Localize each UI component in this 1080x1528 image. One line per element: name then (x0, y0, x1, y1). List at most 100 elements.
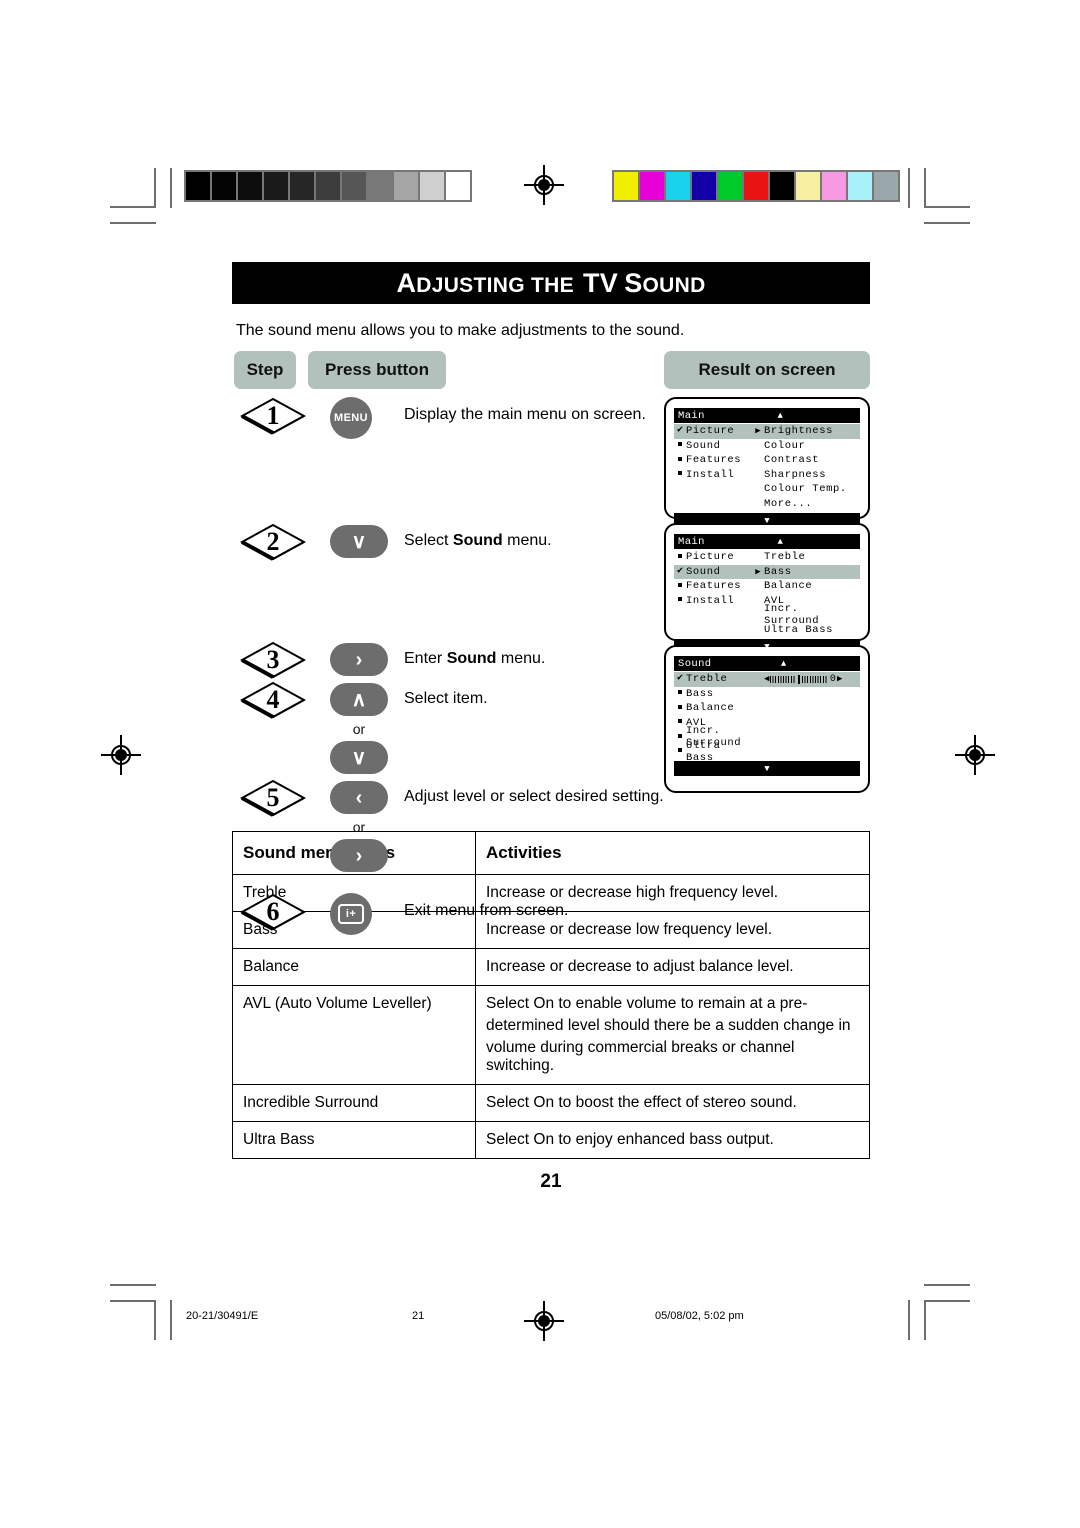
chevron-up-icon[interactable]: ∧ (330, 683, 388, 716)
osd-menu-item[interactable]: Install Sharpness (674, 468, 860, 483)
osd-menu-item[interactable]: Balance (674, 701, 860, 716)
table-cell-activity: Select On to enjoy enhanced bass output. (475, 1121, 870, 1159)
table-cell-activity: Select On to boost the effect of stereo … (475, 1084, 870, 1122)
step-description: Display the main menu on screen. (404, 406, 646, 423)
calibration-swatch (316, 172, 340, 200)
slider-right-arrow-icon[interactable]: ▶ (837, 674, 842, 684)
calibration-swatch (874, 172, 898, 200)
footer-doc-code: 20-21/30491/E (186, 1310, 259, 1322)
osd-menu-item[interactable]: Bass (674, 687, 860, 702)
column-header-press-button: Press button (308, 351, 446, 389)
osd-menu-item[interactable]: Sound Colour (674, 439, 860, 454)
table-cell-activity: Increase or decrease to adjust balance l… (475, 948, 870, 986)
table-cell-activity-line: Increase or decrease low frequency level… (486, 921, 773, 938)
osd-menu-item[interactable]: ✔ Treble ◀ 0 ▶ (674, 672, 860, 687)
registration-mark-bottom (524, 1301, 564, 1341)
osd-right-label: Colour Temp. (764, 483, 847, 496)
bullet-square-icon (674, 718, 686, 728)
step-number-badge: 6 (240, 893, 306, 931)
table-cell-activity-line: Select On to boost the effect of stereo … (486, 1094, 797, 1111)
page-title-part2: TV SOUND (582, 267, 706, 298)
calibration-swatch (692, 172, 716, 200)
osd-left-label: Sound (686, 565, 721, 578)
osd-left-label: Bass (686, 687, 714, 700)
osd-menu-item[interactable]: Features Balance (674, 579, 860, 594)
calibration-swatch (186, 172, 210, 200)
crop-mark-bottom-right-h (924, 1300, 970, 1302)
registration-mark-left (101, 735, 141, 775)
osd-left-label: Picture (686, 551, 735, 564)
step-number-badge: 4 (240, 681, 306, 719)
calibration-swatch (796, 172, 820, 200)
osd-slider[interactable]: ◀ 0 ▶ (764, 674, 860, 685)
tv-screen: Sound ▲ ✔ Treble ◀ 0 ▶ Bass Balance AVL Incr. Surr… (664, 645, 870, 793)
osd-menu-item[interactable]: Incr. Surround (674, 603, 860, 627)
registration-mark-top (524, 165, 564, 205)
osd-menu-item[interactable]: Ultra Bass (674, 623, 860, 638)
bullet-square-icon (674, 455, 686, 465)
tv-screen: Main ▲ Picture Treble ✔ Sound ▶ Bass Features Bal… (664, 523, 870, 654)
table-row: Incredible Surround Select On to boost th… (232, 1084, 870, 1122)
crop-mark-top-right-h2 (924, 222, 970, 224)
crop-mark-top-left-v (154, 168, 156, 208)
osd-right-label: Treble (764, 551, 806, 564)
crop-mark-top-left-h (110, 206, 156, 208)
table-cell-item: Ultra Bass (232, 1121, 476, 1159)
osd-menu-item[interactable]: Colour Temp. (674, 482, 860, 497)
bullet-square-icon (674, 732, 686, 742)
checkmark-icon: ✔ (676, 565, 684, 577)
calibration-swatch (666, 172, 690, 200)
osd-left-label: Install (686, 468, 735, 481)
osd-menu-item[interactable]: More... (674, 497, 860, 512)
table-header-activities: Activities (475, 831, 870, 875)
table-cell-activity: Select On to enable volume to remain at … (475, 985, 870, 1085)
menu-button[interactable]: MENU (330, 397, 372, 439)
scroll-up-icon[interactable]: ▲ (705, 537, 856, 547)
osd-menu-item[interactable]: Picture Treble (674, 550, 860, 565)
calibration-swatch (238, 172, 262, 200)
osd-right-label: More... (764, 497, 813, 510)
chevron-down-icon[interactable]: ∨ (330, 525, 388, 558)
osd-item-list: ✔ Picture ▶ Brightness Sound Colour Features Co… (674, 423, 860, 511)
osd-menu-item[interactable]: ✔ Picture ▶ Brightness (674, 424, 860, 439)
crop-mark-top-right-h (924, 206, 970, 208)
step-description: Select Sound menu. (404, 529, 664, 552)
page-content: ADJUSTING THE TV SOUND The sound menu al… (232, 262, 870, 1193)
scroll-up-icon[interactable]: ▲ (712, 659, 856, 669)
chevron-right-icon[interactable]: › (330, 643, 388, 676)
osd-right-label: Bass (764, 565, 792, 578)
slider-left-arrow-icon[interactable]: ◀ (764, 674, 769, 684)
table-row: AVL (Auto Volume Leveller) Select On to e… (232, 985, 870, 1085)
info-exit-icon[interactable]: i+ (330, 893, 372, 935)
crop-mark-top-left-v2 (170, 168, 172, 208)
page-title-part1: ADJUSTING THE (396, 267, 574, 298)
scroll-up-icon[interactable]: ▲ (705, 411, 856, 421)
chevron-left-icon[interactable]: ‹ (330, 781, 388, 814)
calibration-swatch (212, 172, 236, 200)
chevron-down-icon[interactable]: ∨ (330, 741, 388, 774)
column-header-step: Step (234, 351, 296, 389)
tv-screen: Main ▲ ✔ Picture ▶ Brightness Sound Colour Featu… (664, 397, 870, 528)
grayscale-calibration-bar (184, 170, 472, 202)
step-description-prefix: Enter (404, 650, 447, 667)
bullet-square-icon (674, 581, 686, 591)
table-cell-item: Incredible Surround (232, 1084, 476, 1122)
osd-menu-item[interactable]: ✔ Sound ▶ Bass (674, 564, 860, 579)
step-number: 1 (266, 401, 280, 430)
step-description-suffix: menu. (502, 532, 552, 549)
sound-menu-table: Sound menu items Activities Treble Increa… (232, 831, 870, 1159)
table-cell-activity-line: Increase or decrease to adjust balance l… (486, 958, 794, 975)
step-number-badge: 5 (240, 779, 306, 817)
chevron-right-icon[interactable]: › (330, 839, 388, 872)
osd-menu-item[interactable]: Features Contrast (674, 453, 860, 468)
calibration-swatch (614, 172, 638, 200)
osd-right-label: Contrast (764, 454, 820, 467)
osd-menu-item[interactable]: Ultra Bass (674, 740, 860, 764)
crop-mark-bottom-left-h2 (110, 1284, 156, 1286)
table-cell-activity-line: Select On to enjoy enhanced bass output. (486, 1131, 774, 1148)
checkmark-icon: ✔ (676, 425, 684, 437)
calibration-swatch (770, 172, 794, 200)
calibration-swatch (342, 172, 366, 200)
crop-mark-bottom-left-v2 (170, 1300, 172, 1340)
calibration-swatch (420, 172, 444, 200)
